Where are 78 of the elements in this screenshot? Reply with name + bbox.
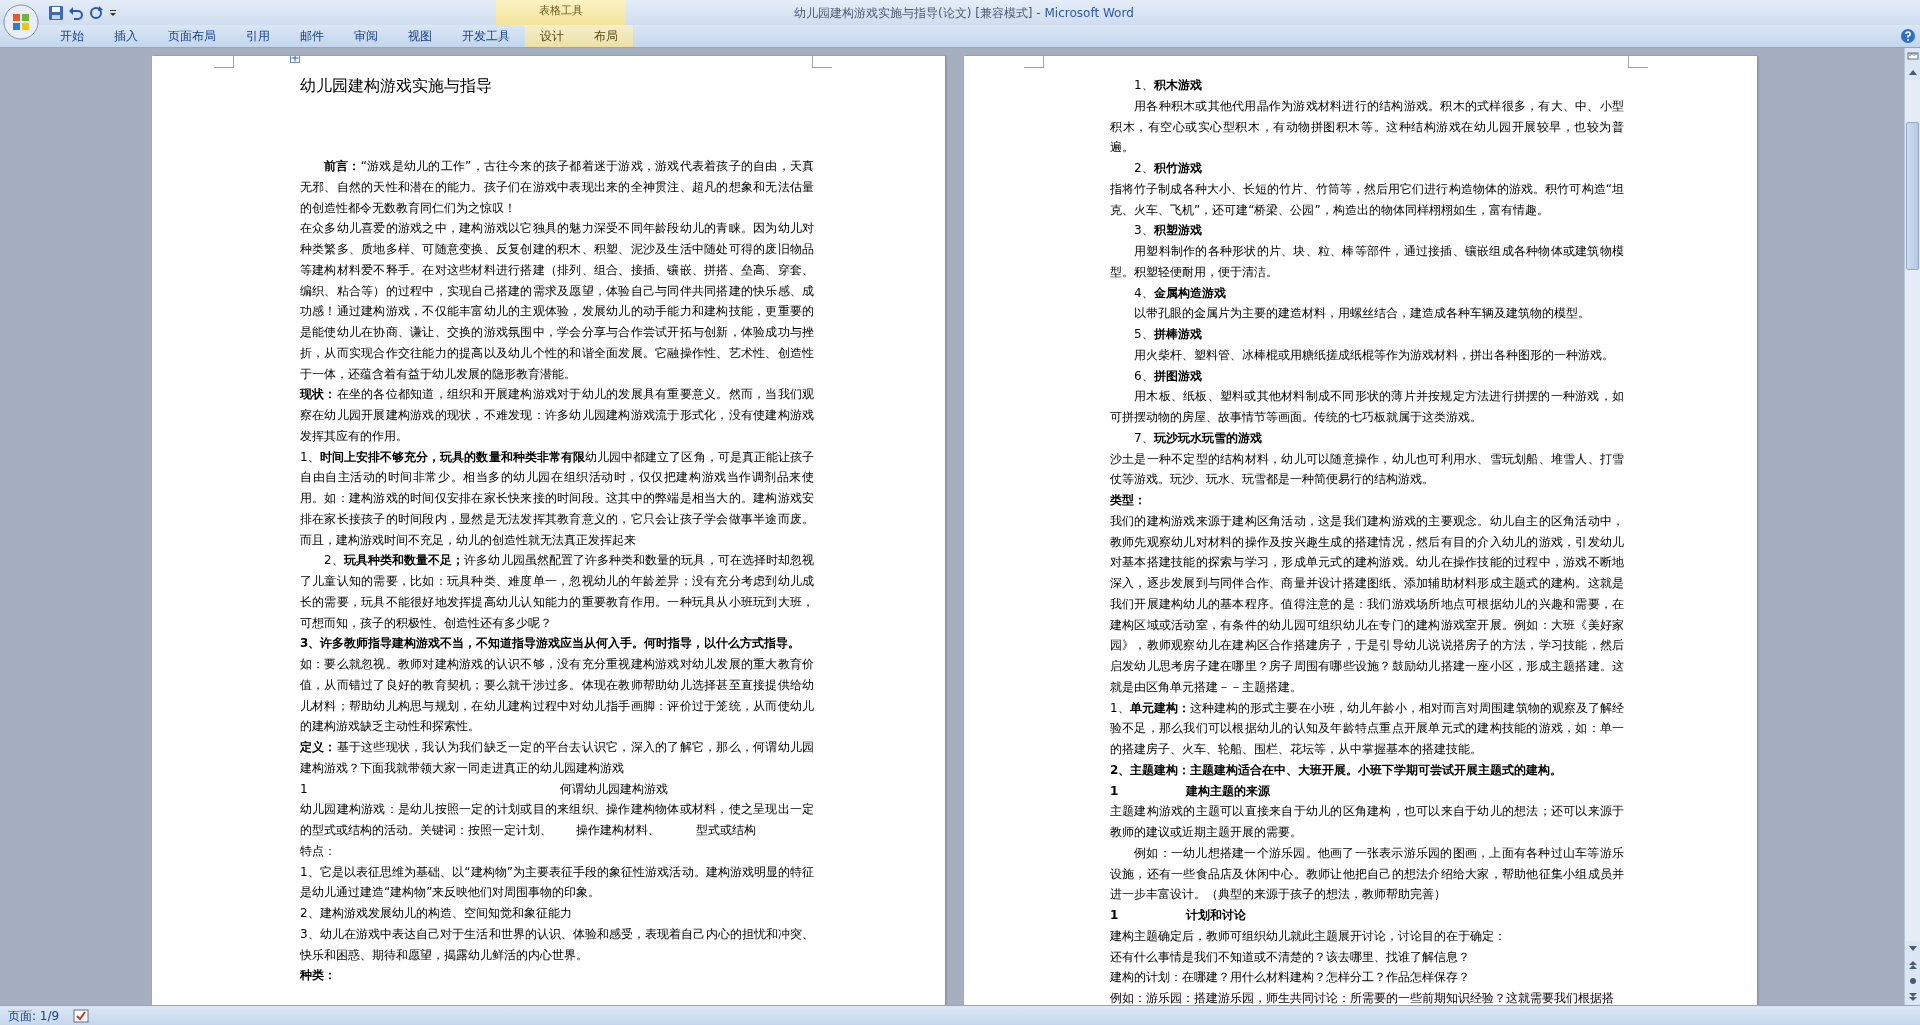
paragraph: 5、拼棒游戏 (1133, 326, 1203, 343)
list-number: 1 (1110, 907, 1119, 924)
paragraph: 例如：一幼儿想搭建一个游乐园。他画了一张表示游乐园的图画，上面有各种过山车等游乐设施，还有一些食品店及休闲中心。教师让他把自己的想法介绍给大家，帮助他征集小组成员并进一步丰富设计。（典型的来源于孩子的想法，教师帮助完善） (1110, 844, 1624, 904)
paragraph: 3、幼儿在游戏中表达自己对于生活和世界的认识、体验和感受，表现着自己内心的担忧和冲突、快乐和困惑、期待和愿望，揭露幼儿鲜活的内心世界。 (300, 925, 814, 964)
section-heading: 3、许多教师指导建构游戏不当，不知道指导游戏应当从何入手。何时指导，以什么方式指导。 (300, 635, 802, 653)
proofing-icon[interactable] (73, 1008, 90, 1023)
ribbon-tab[interactable]: 开发工具 (447, 25, 525, 47)
paragraph: 建构主题确定后，教师可组织幼儿就此主题展开讨论，讨论目的在于确定： (1110, 927, 1507, 945)
paragraph: 指将竹子制成各种大小、长短的竹片、竹筒等，然后用它们进行构造物体的游戏。积竹可构造“坦克、火车、飞机”，还可建“桥梁、公园”，构造出的物体同样栩栩如生，富有情趣。 (1110, 180, 1624, 219)
paragraph: 现状：在坐的各位都知道，组织和开展建构游戏对于幼儿的发展具有重要意义。然而，当我们观察在幼儿园开展建构游戏的现状，不难发现：许多幼儿园建构游戏流于形式化，没有使建构游戏发挥其应有的作用。 (300, 386, 814, 445)
paragraph: 如：要么就忽视。教师对建构游戏的认识不够，没有充分重视建构游戏对幼儿发展的重大教育价值，从而错过了良好的教育契机；要么就干涉过多。体现在教师帮助幼儿选择甚至直接提供给幼儿材料；帮助幼儿构思与规划，在幼儿建构过程中对幼儿指手画脚：评价过于笼统，从而使幼儿的建构游戏缺乏主动性和探索性。 (300, 656, 814, 736)
circle-icon (1909, 977, 1917, 985)
paragraph: 我们的建构游戏来源于建构区角活动，这是我们建构游戏的主要观念。幼儿自主的区角活动中，教师先观察幼儿对材料的操作及按兴趣生成的搭建情况，然后有目的介入幼儿的游戏，引发幼儿对基本搭建技能的探索与学习，形成单元式的建构游戏。幼儿在操作技能的过程中，游戏不断地深入，逐步发展到与同伴合作、商量并设计搭建图纸、添加辅助材料形成主题式的建构。这就是我们开展建构幼儿的基本程序。值得注意的是：我们游戏场所地点可根据幼儿的兴趣和需要，在建构区域或活动室，有条件的幼儿园可组织幼儿在专门的建构游戏室开展。例如：大班《美好家园》，教师观察幼儿在建构区合作搭建房子，于是引导幼儿说说搭房子的方法，学习技能，然后启发幼儿思考房子建在哪里？房子周围有哪些设施？鼓励幼儿搭建一座小区，形成主题搭建。这就是由区角单元搭建－－主题搭建。 (1110, 512, 1624, 696)
paragraph: 在众多幼儿喜爱的游戏之中，建构游戏以它独具的魅力深受不同年龄段幼儿的青睐。因为幼儿对种类繁多、质地多样、可随意变换、反复创建的积木、积塑、泥沙及生活中随处可得的废旧物品等建构材料爱不释手。在对这些材料进行搭建（排列、组合、接插、镶嵌、拼搭、垒高、穿套、编织、粘合等）的过程中，实现自己搭建的需求及愿望，体验自己与同伴共同搭建的快乐感、成功感！通过建构游戏，不仅能丰富幼儿的主观体验，发展幼儿的动手能力和建构技能，更重要的是能使幼儿在协商、谦让、交换的游戏氛围中，学会分享与合作尝试开拓与创新，体验成功与挫折，从而实现合作交往能力的提高以及幼儿个性的和谐全面发展。它融操作性、艺术性、创造性于一体，还蕴含着有益于幼儿发展的隐形教育潜能。 (300, 220, 814, 383)
ribbon-tab[interactable]: 视图 (393, 25, 447, 47)
help-icon[interactable] (1900, 28, 1916, 44)
section-heading: 2、主题建构：主题建构适合在中、大班开展。小班下学期可尝试开展主题式的建构。 (1110, 761, 1564, 779)
ribbon-tab[interactable]: 页面布局 (153, 25, 231, 47)
paragraph: 1、时间上安排不够充分，玩具的数量和种类非常有限幼儿园中都建立了区角，可是真正能让孩子自由自主活动的时间非常少。相当多的幼儿园在组织活动时，仅仅把建构游戏当作调剂品来使用。如：建构游戏的时间仅安排在家长快来接的时间段。这其中的弊端是相当大的。建构游戏安排在家长接孩子的时间段内，显然是无法发挥其教育意义的，它只会让孩子学会做事半途而废。而且，建构游戏时间不充足，幼儿的创造性就无法真正发挥起来 (300, 448, 814, 549)
paragraph: 用各种积木或其他代用晶作为游戏材料进行的结构游戏。积木的式样很多，有大、中、小型积木，有空心或实心型积木，有动物拼图积木等。这种结构游戏在幼儿园开展较早，也较为普遍。 (1110, 97, 1624, 157)
paragraph: 幼儿园建构游戏：是幼儿按照一定的计划或目的来组织、操作建构物体或材料，使之呈现出一定的型式或结构的活动。关键词：按照一定计划、 操作建构材料、 型式或结构 (300, 801, 814, 839)
section-heading: 计划和讨论 (1186, 907, 1247, 924)
paragraph: 前言：“游戏是幼儿的工作”，古往今来的孩子都着迷于游戏，游戏代表着孩子的自由，天真无邪、自然的天性和潜在的能力。孩子们在游戏中表现出来的全神贯注、超凡的想象和无法估量的创造性都令无数教育同仁们为之惊叹！ (300, 158, 814, 217)
paragraph: 7、玩沙玩水玩雪的游戏 (1133, 429, 1263, 447)
double-down-arrow-icon (1909, 992, 1917, 1002)
paragraph: 2、玩具种类和数量不足；许多幼儿园虽然配置了许多种类和数量的玩具，可在选择时却忽视了儿童认知的需要，比如：玩具种类、难度单一，忽视幼儿的年龄差异；没有充分考虑到幼儿成长的需要，玩具不能很好地发挥提高幼儿认知能力的重要教育作用。一种玩具从小班玩到大班，可想而知，孩子的积极性、创造性还有多少呢？ (300, 552, 814, 632)
paragraph: 还有什么事情是我们不知道或不清楚的？该去哪里、找谁了解信息？ (1110, 948, 1471, 966)
save-button[interactable] (48, 4, 64, 21)
section-heading: 类型： (1110, 492, 1147, 509)
paragraph: 沙土是一种不定型的结构材料，幼儿可以随意操作，幼儿也可利用水、雪玩划船、堆雪人、打雪仗等游戏。玩沙、玩水、玩雪都是一种简便易行的结构游戏。 (1110, 450, 1624, 489)
paragraph: 主题建构游戏的主题可以直接来自于幼儿的区角建构，也可以来自于幼儿的想法；还可以来源于教师的建议或近期主题开展的需要。 (1110, 803, 1624, 841)
ribbon-tab[interactable]: 审阅 (339, 25, 393, 47)
up-arrow-icon (1909, 69, 1917, 75)
ribbon-tab[interactable]: 引用 (231, 25, 285, 47)
crop-mark (1024, 56, 1044, 68)
paragraph: 1、积木游戏 (1133, 77, 1203, 94)
crop-mark (812, 56, 832, 68)
crop-mark (1628, 56, 1648, 68)
ribbon-tab[interactable]: 邮件 (285, 25, 339, 47)
scroll-down-button[interactable] (1905, 941, 1920, 957)
double-up-arrow-icon (1909, 960, 1917, 970)
next-page-button[interactable] (1905, 989, 1920, 1005)
paragraph: 1、单元建构：这种建构的形式主要在小班，幼儿年龄小，相对而言对周围建筑物的观察及了解经验不足，那么我们可以根据幼儿的认知及年龄特点重点开展单元式的建构技能的游戏，如：单一的搭建房子、火车、轮船、围栏、花坛等，从中掌握基本的搭建技能。 (1110, 699, 1624, 758)
paragraph: 4、金属构造游戏 (1133, 284, 1227, 302)
paragraph: 特点： (300, 842, 337, 860)
list-number: 1 (300, 780, 308, 798)
down-arrow-icon (1909, 946, 1917, 952)
crop-mark (214, 56, 234, 68)
paragraph: 用木板、纸板、塑料或其他材料制成不同形状的薄片并按规定方法进行拼摆的一种游戏，如可拼摆动物的房屋、故事情节等画面。传统的七巧板就属于这类游戏。 (1110, 388, 1624, 426)
list-number: 1 (1110, 782, 1119, 800)
section-heading: 种类： (300, 967, 337, 985)
ribbon-tab[interactable]: 开始 (45, 25, 99, 47)
redo-button[interactable] (88, 4, 104, 21)
paragraph: 2、建构游戏发展幼儿的构造、空间知觉和象征能力 (300, 905, 573, 922)
paragraph: 用火柴杆、塑料管、冰棒棍或用糖纸搓成纸棍等作为游戏材料，拼出各种图形的一种游戏。 (1133, 346, 1615, 364)
document-title: 幼儿园建构游戏实施与指导 (300, 75, 492, 97)
ruler-toggle-button[interactable] (1905, 48, 1920, 64)
paragraph: 2、积竹游戏 (1133, 160, 1203, 177)
scrollbar-thumb[interactable] (1906, 122, 1919, 270)
app-name: Microsoft Word (1044, 4, 1134, 22)
section-heading: 建构主题的来源 (1186, 782, 1271, 800)
context-tab-group-label: 表格工具 (496, 0, 626, 25)
ribbon-tab[interactable]: 插入 (99, 25, 153, 47)
paragraph: 1、它是以表征思维为基础、以“建构物”为主要表征手段的象征性游戏活动。建构游戏明显的特征是幼儿通过建造“建构物”来反映他们对周围事物的印象。 (300, 863, 814, 902)
paragraph: 6、拼图游戏 (1133, 367, 1203, 385)
paragraph: 3、积塑游戏 (1133, 222, 1203, 240)
window-title: 幼儿园建构游戏实施与指导(论文) [兼容模式] - (794, 4, 1042, 22)
section-heading: 何谓幼儿园建构游戏 (559, 780, 668, 798)
paragraph: 例如：游乐园：搭建游乐园，师生共同讨论：所需要的一些前期知识经验？这就需要我们根据搭 (1110, 990, 1615, 1005)
ribbon-tab[interactable]: 布局 (579, 25, 633, 47)
paragraph: 用塑料制作的各种形状的片、块、粒、棒等部件，通过接插、镶嵌组成各种物体或建筑物模型。积塑轻便耐用，便于清洁。 (1110, 243, 1624, 281)
paragraph: 定义：基于这些现状，我认为我们缺乏一定的平台去认识它，深入的了解它，那么，何谓幼儿园建构游戏？下面我就带领大家一同走进真正的幼儿园建构游戏 (300, 739, 814, 777)
paragraph: 建构的计划：在哪建？用什么材料建构？怎样分工？作品怎样保存？ (1110, 969, 1471, 987)
page-indicator[interactable]: 页面: 1/9 (8, 1006, 60, 1025)
paragraph: 以带孔眼的金属片为主要的建造材料，用螺丝结合，建造成各种车辆及建筑物的模型。 (1133, 305, 1591, 323)
table-move-handle-icon[interactable] (290, 56, 300, 63)
scroll-up-button[interactable] (1905, 64, 1920, 80)
ribbon-tab[interactable]: 设计 (525, 25, 579, 47)
